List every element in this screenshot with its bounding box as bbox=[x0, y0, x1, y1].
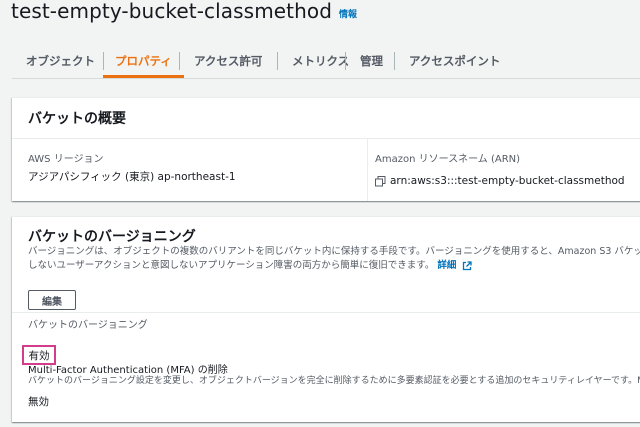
tab-management[interactable]: 管理 bbox=[360, 44, 383, 77]
tab-permissions[interactable]: アクセス許可 bbox=[194, 44, 262, 77]
tab-properties[interactable]: プロパティ bbox=[103, 44, 184, 78]
external-link-icon[interactable] bbox=[462, 260, 473, 271]
info-link[interactable]: 情報 bbox=[339, 7, 357, 20]
bucket-overview-header: バケットの概要 bbox=[12, 98, 640, 139]
region-label: AWS リージョン bbox=[28, 154, 104, 165]
detail-link[interactable]: 詳細 bbox=[437, 260, 456, 271]
mfa-delete-value: 無効 bbox=[28, 396, 49, 408]
arn-label: Amazon リソースネーム (ARN) bbox=[375, 154, 521, 165]
edit-button[interactable]: 編集 bbox=[28, 290, 76, 310]
versioning-description-line2-row: しないユーザーアクションと意図しないアプリケーション障害の両方から簡単に復旧でき… bbox=[28, 259, 640, 273]
copy-icon[interactable] bbox=[375, 175, 386, 187]
versioning-title: バケットのバージョニング bbox=[28, 229, 196, 245]
page-title: test-empty-bucket-classmethod bbox=[11, 0, 333, 23]
tab-objects[interactable]: オブジェクト bbox=[26, 44, 95, 77]
versioning-description-line1: バージョニングは、オブジェクトの複数のバリアントを同じバケット内に保持する手段で… bbox=[28, 246, 640, 257]
bucket-overview-panel: バケットの概要 AWS リージョン アジアパシフィック (東京) ap-nort… bbox=[12, 97, 640, 201]
tab-properties-label: プロパティ bbox=[115, 53, 172, 68]
tab-bar: オブジェクト プロパティ アクセス許可 メトリクス 管理 アクセスポイント bbox=[12, 44, 640, 79]
arn-field: Amazon リソースネーム (ARN) arn:aws:s3:::test-e… bbox=[375, 150, 625, 187]
region-value: アジアパシフィック (東京) ap-northeast-1 bbox=[28, 171, 236, 183]
mfa-delete-description: バケットのバージョニング設定を変更し、オブジェクトバージョンを完全に削除するため… bbox=[28, 376, 640, 386]
versioning-status-label: バケットのバージョニング bbox=[28, 320, 148, 331]
column-divider bbox=[367, 138, 368, 201]
section-divider bbox=[12, 312, 640, 313]
arn-value: arn:aws:s3:::test-empty-bucket-classmeth… bbox=[390, 175, 625, 187]
versioning-description-line2: しないユーザーアクションと意図しないアプリケーション障害の両方から簡単に復旧でき… bbox=[28, 260, 435, 271]
region-field: AWS リージョン アジアパシフィック (東京) ap-northeast-1 bbox=[28, 150, 236, 184]
tab-metrics[interactable]: メトリクス bbox=[292, 44, 349, 77]
active-tab-indicator bbox=[103, 75, 184, 78]
tab-separator bbox=[394, 52, 395, 70]
tab-separator bbox=[345, 52, 346, 70]
bucket-versioning-panel: バケットのバージョニング バージョニングは、オブジェクトの複数のバリアントを同じ… bbox=[12, 216, 640, 422]
page-header: test-empty-bucket-classmethod 情報 bbox=[11, 0, 357, 30]
tab-separator bbox=[179, 52, 180, 70]
arn-value-row: arn:aws:s3:::test-empty-bucket-classmeth… bbox=[375, 175, 625, 187]
tab-access-points[interactable]: アクセスポイント bbox=[409, 44, 500, 77]
bucket-overview-title: バケットの概要 bbox=[28, 111, 126, 127]
versioning-description: バージョニングは、オブジェクトの複数のバリアントを同じバケット内に保持する手段で… bbox=[28, 245, 640, 273]
tab-separator bbox=[277, 52, 278, 70]
